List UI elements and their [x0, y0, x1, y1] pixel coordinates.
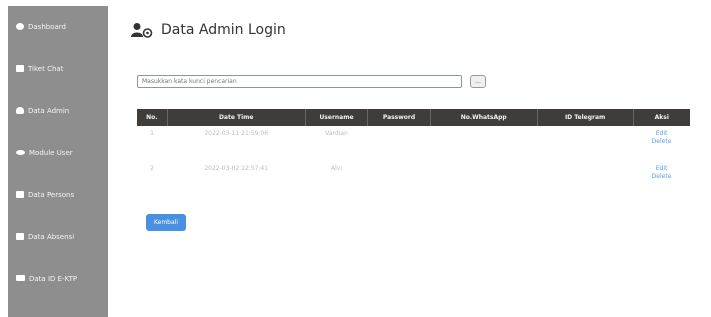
column-header-username: Username [305, 109, 369, 126]
column-header-password: Password [367, 109, 431, 126]
card-icon [16, 275, 25, 281]
search-button[interactable]: ... [470, 75, 486, 88]
back-button[interactable]: Kembali [146, 214, 186, 231]
cell-password [368, 161, 430, 198]
sidebar-item-label: Dashboard [28, 23, 66, 31]
table-header-row: No. Date Time Username Password No.Whats… [137, 109, 690, 126]
admin-login-table: No. Date Time Username Password No.Whats… [137, 109, 690, 198]
search-input[interactable] [137, 75, 462, 88]
page-title-text: Data Admin Login [161, 22, 286, 38]
cell-telegram [537, 126, 633, 161]
eye-icon [16, 150, 25, 155]
cell-no: 1 [150, 130, 154, 137]
column-header-telegram: ID Telegram [537, 109, 634, 126]
edit-link[interactable]: Edit [634, 165, 689, 173]
search-bar: ... [137, 75, 486, 88]
sidebar-item-label: Data Persons [28, 191, 75, 199]
cell-telegram [537, 161, 633, 198]
sidebar-item-label: Data Admin [28, 107, 70, 115]
cell-aksi: Edit Delete [633, 161, 690, 198]
cell-password [368, 126, 430, 161]
cell-whatsapp [430, 126, 537, 161]
file-icon [16, 191, 24, 198]
user-icon [16, 107, 24, 114]
cell-aksi: Edit Delete [633, 126, 690, 161]
sidebar-item-tiket-chat[interactable]: Tiket Chat [8, 65, 108, 107]
sidebar-item-label: Module User [29, 149, 73, 157]
page-title: Data Admin Login [131, 22, 286, 38]
delete-link[interactable]: Delete [634, 173, 689, 181]
sidebar-item-data-admin[interactable]: Data Admin [8, 107, 108, 149]
cell-username: Alvi [331, 165, 342, 172]
column-header-no: No. [137, 109, 168, 126]
sidebar-item-data-id-ektp[interactable]: Data ID E-KTP [8, 275, 108, 317]
document-icon [16, 65, 24, 72]
cell-date-time: 2022-03-02 12:57:41 [204, 165, 269, 172]
cell-whatsapp [430, 161, 537, 198]
sidebar: Dashboard Tiket Chat Data Admin Module U… [8, 6, 108, 317]
cell-date-time: 2022-03-11 21:59:06 [204, 130, 269, 137]
column-header-aksi: Aksi [633, 109, 690, 126]
edit-link[interactable]: Edit [634, 130, 689, 138]
dashboard-icon [16, 23, 24, 30]
table-row: 1 2022-03-11 21:59:06 Vardian Edit Delet… [137, 126, 690, 161]
column-header-whatsapp: No.WhatsApp [430, 109, 538, 126]
file-icon [16, 233, 24, 240]
cell-username: Vardian [325, 130, 348, 137]
sidebar-item-label: Tiket Chat [28, 65, 64, 73]
table-row: 2 2022-03-02 12:57:41 Alvi Edit Delete [137, 161, 690, 198]
delete-link[interactable]: Delete [634, 138, 689, 146]
sidebar-item-data-persons[interactable]: Data Persons [8, 191, 108, 233]
user-admin-icon [131, 23, 153, 38]
sidebar-item-label: Data Absensi [28, 233, 75, 241]
column-header-date-time: Date Time [167, 109, 306, 126]
sidebar-item-dashboard[interactable]: Dashboard [8, 23, 108, 65]
sidebar-item-module-user[interactable]: Module User [8, 149, 108, 191]
cell-no: 2 [150, 165, 154, 172]
sidebar-item-data-absensi[interactable]: Data Absensi [8, 233, 108, 275]
sidebar-item-label: Data ID E-KTP [29, 275, 78, 283]
